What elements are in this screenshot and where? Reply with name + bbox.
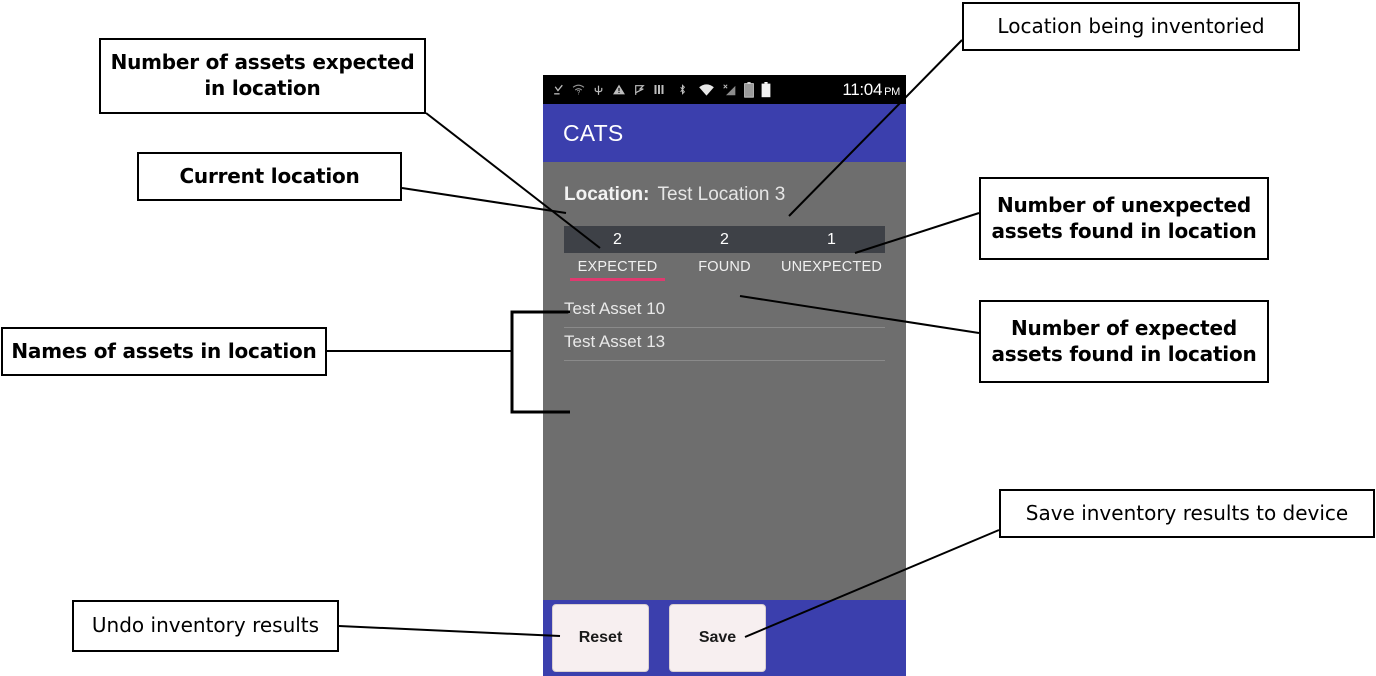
tab-active-indicator	[784, 278, 878, 281]
list-item[interactable]: Test Asset 13	[564, 328, 885, 361]
tab-label: FOUND	[698, 259, 751, 275]
cellular-signal-icon	[722, 83, 737, 97]
status-bar-icons: ?	[552, 81, 842, 98]
status-bar-clock: 11:04 PM	[842, 80, 900, 100]
wifi-icon	[698, 83, 715, 97]
warning-icon	[612, 83, 626, 96]
callout-text: Undo inventory results	[91, 613, 320, 638]
callout-text: Save inventory results to device	[1025, 500, 1349, 525]
callout-expected-found: Number of expected assets found in locat…	[979, 300, 1269, 383]
location-value: Test Location 3	[657, 184, 786, 205]
svg-text:?: ?	[577, 89, 581, 96]
callout-unexpected-found: Number of unexpected assets found in loc…	[979, 177, 1269, 260]
callout-text: Current location	[179, 163, 360, 188]
bluetooth-icon	[677, 82, 688, 97]
sim-bars-icon	[653, 83, 665, 96]
status-bar: ? 11:04 PM	[543, 75, 906, 104]
callout-undo-results: Undo inventory results	[72, 600, 339, 652]
callout-asset-names: Names of assets in location	[1, 327, 327, 376]
callout-location-inventoried: Location being inventoried	[962, 2, 1300, 51]
location-row: Location: Test Location 3	[543, 162, 906, 206]
callout-text: Number of expected assets found in locat…	[991, 315, 1257, 366]
callout-save-results: Save inventory results to device	[999, 489, 1375, 538]
save-button[interactable]: Save	[669, 604, 766, 672]
tab-expected[interactable]: EXPECTED	[564, 253, 671, 281]
callout-text: Number of assets expected in location	[110, 50, 415, 100]
callout-text: Number of unexpected assets found in loc…	[991, 192, 1257, 243]
battery-charging-icon	[744, 81, 754, 98]
tab-label: EXPECTED	[577, 259, 658, 275]
callout-assets-expected: Number of assets expected in location	[99, 38, 426, 114]
flag-icon	[633, 83, 646, 97]
count-found: 2	[720, 230, 729, 248]
reset-button[interactable]: Reset	[552, 604, 649, 672]
callout-current-location: Current location	[137, 152, 402, 201]
tab-label: UNEXPECTED	[780, 259, 883, 275]
list-item[interactable]: Test Asset 10	[564, 295, 885, 328]
tab-active-indicator	[570, 278, 665, 281]
phone-screenshot: ? 11:04 PM CATS Location: Test Location …	[543, 75, 906, 676]
annotated-screenshot-figure: Number of assets expected in location Cu…	[0, 0, 1376, 676]
tab-unexpected[interactable]: UNEXPECTED	[778, 253, 885, 275]
tab-active-indicator	[677, 278, 771, 281]
count-expected: 2	[613, 230, 622, 248]
screen-content: Location: Test Location 3 2 2 1 EXPECTED …	[543, 162, 906, 676]
battery-full-icon	[761, 81, 771, 98]
usb-icon	[592, 83, 605, 97]
clock-ampm: PM	[884, 85, 900, 98]
callout-text: Location being inventoried	[997, 13, 1265, 38]
unknown-network-icon: ?	[572, 83, 585, 96]
bottom-action-bar: Reset Save	[543, 600, 906, 676]
app-title: CATS	[563, 119, 624, 146]
asset-list: Test Asset 10 Test Asset 13	[564, 295, 885, 361]
app-bar: CATS	[543, 104, 906, 162]
callout-text: Names of assets in location	[11, 338, 317, 363]
location-label: Location:	[564, 184, 650, 205]
download-complete-icon	[552, 83, 565, 96]
tabs-row: EXPECTED FOUND UNEXPECTED	[564, 253, 885, 283]
clock-time: 11:04	[842, 79, 883, 99]
counts-bar: 2 2 1	[564, 226, 885, 253]
tab-found[interactable]: FOUND	[671, 253, 778, 275]
count-unexpected: 1	[827, 230, 836, 248]
